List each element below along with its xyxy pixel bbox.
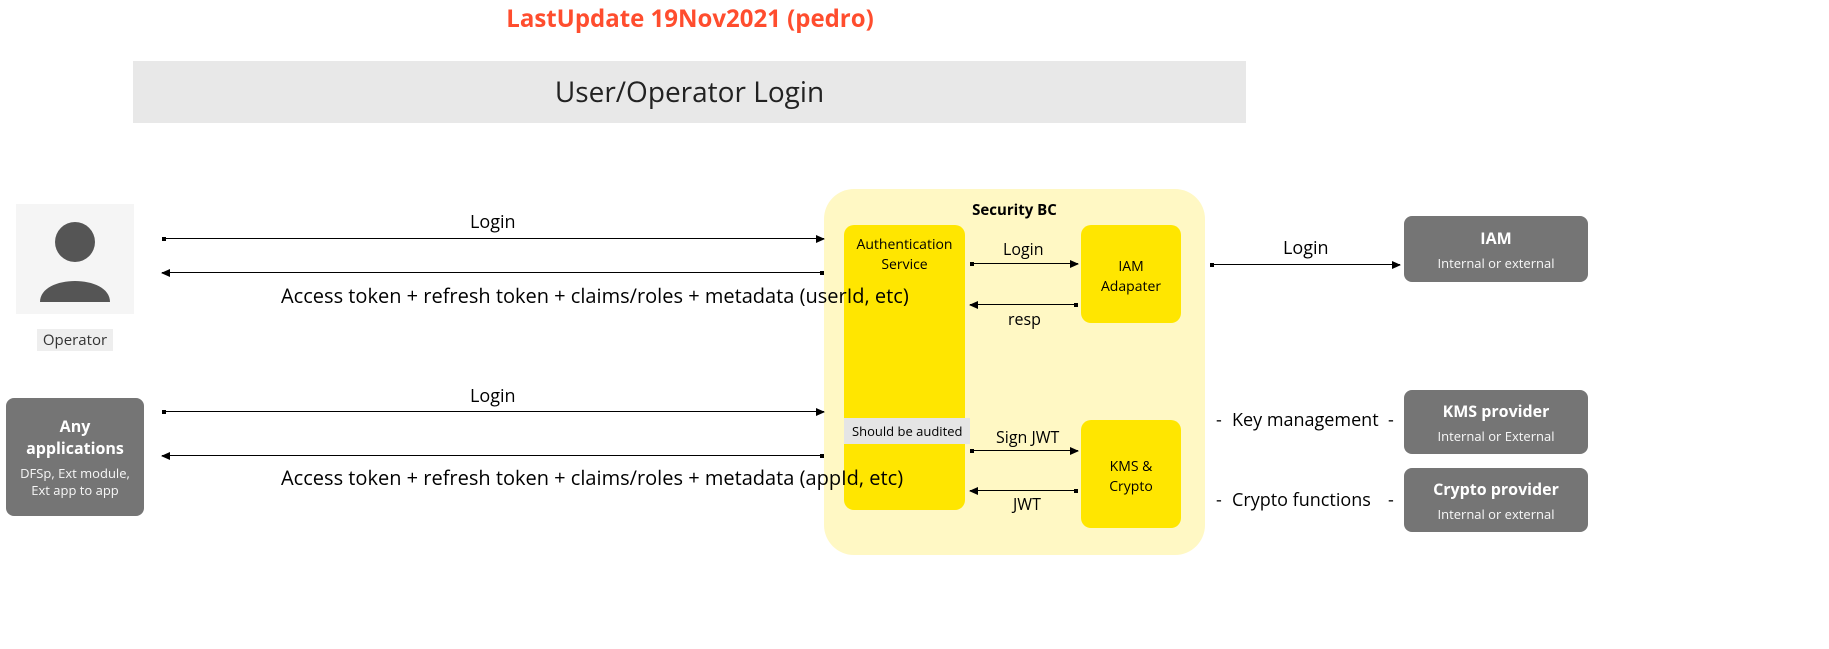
arrow-auth-kms-resp [970,490,1078,491]
external-crypto-subtitle: Internal or external [1414,506,1578,523]
actor-applications: Any applications DFSp, Ext module, Ext a… [6,398,144,516]
security-bc-title: Security BC [824,200,1205,220]
external-kms-box: KMS provider Internal or External [1404,390,1588,454]
dash-crypto-right: - [1388,488,1394,512]
arrow-auth-iam-login [970,263,1078,264]
actor-operator: Operator [16,204,134,351]
iam-adapter-box: IAM Adapater [1081,225,1181,323]
external-kms-title: KMS provider [1414,400,1578,422]
dash-key-mgmt-left: - [1216,408,1222,432]
label-operator-response: Access token + refresh token + claims/ro… [281,282,801,309]
arrow-app-response [162,455,824,456]
label-key-mgmt: Key management [1232,408,1379,432]
label-auth-kms-sign: Sign JWT [996,426,1059,448]
arrow-operator-response [162,272,824,273]
label-auth-kms-resp: JWT [1013,493,1041,515]
label-app-response: Access token + refresh token + claims/ro… [281,464,801,491]
label-operator-login: Login [470,210,516,234]
kms-crypto-box: KMS & Crypto [1081,420,1181,528]
title-banner: User/Operator Login [133,61,1246,123]
actor-applications-subtitle: DFSp, Ext module, Ext app to app [16,465,134,499]
label-crypto-fn: Crypto functions [1232,488,1371,512]
actor-applications-title: Any applications [16,415,134,459]
arrow-app-login [162,411,824,412]
dash-crypto-left: - [1216,488,1222,512]
label-auth-iam-resp: resp [1008,308,1041,330]
external-kms-subtitle: Internal or External [1414,428,1578,445]
external-crypto-box: Crypto provider Internal or external [1404,468,1588,532]
iam-adapter-label: IAM Adapater [1081,257,1181,296]
actor-operator-label: Operator [37,329,113,351]
external-iam-box: IAM Internal or external [1404,216,1588,282]
dash-key-mgmt-right: - [1388,408,1394,432]
external-iam-title: IAM [1414,227,1578,249]
arrow-secbc-iam [1210,264,1400,265]
arrow-auth-kms-sign [970,450,1078,451]
arrow-auth-iam-resp [970,304,1078,305]
arrow-operator-login [162,238,824,239]
external-iam-subtitle: Internal or external [1414,255,1578,272]
label-auth-iam-login: Login [1003,238,1044,260]
authentication-service-label: Authentication Service [844,231,965,278]
kms-crypto-label: KMS & Crypto [1081,457,1181,496]
label-app-login: Login [470,384,516,408]
user-icon [16,204,134,314]
external-crypto-title: Crypto provider [1414,478,1578,500]
audit-note: Should be audited [844,418,970,444]
label-secbc-iam: Login [1283,236,1329,260]
header-last-update: LastUpdate 19Nov2021 (pedro) [0,2,1380,35]
